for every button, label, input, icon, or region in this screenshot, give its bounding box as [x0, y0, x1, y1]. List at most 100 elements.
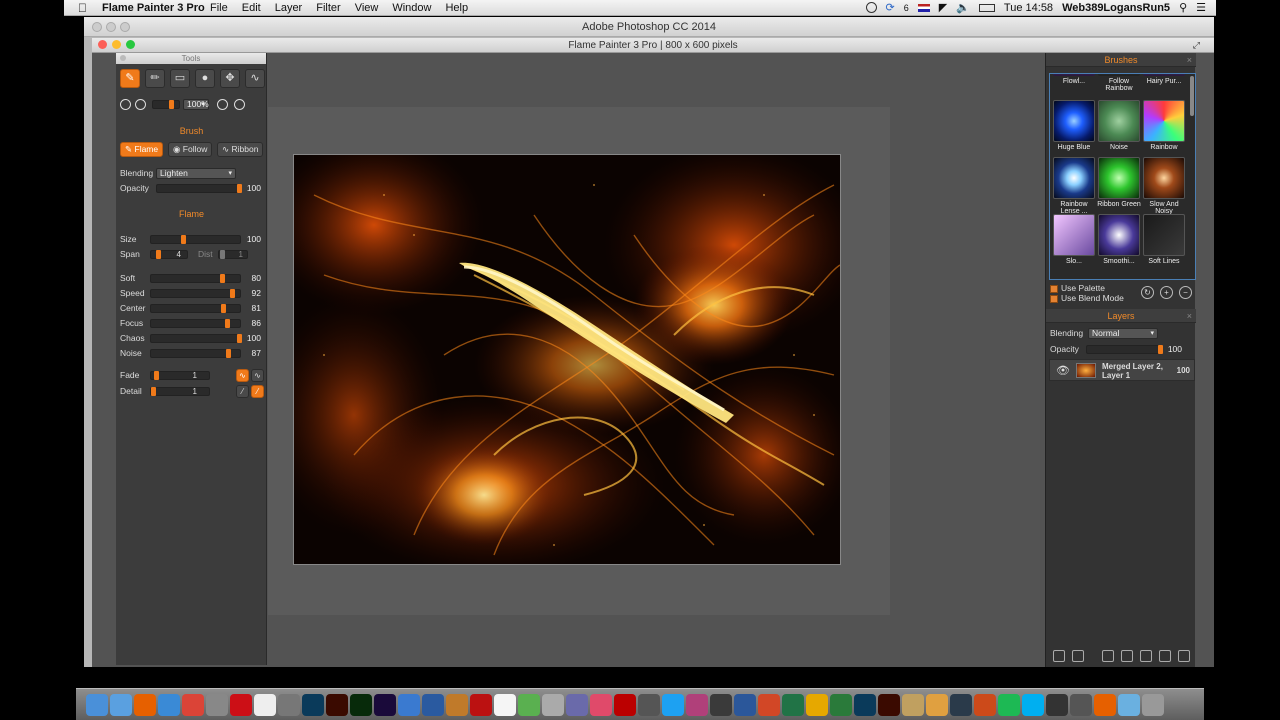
param-slider-knob[interactable]: [221, 303, 226, 313]
reload-brush-icon[interactable]: ↻: [1141, 286, 1154, 299]
collapse-layer-icon[interactable]: [1178, 650, 1190, 662]
dock-acrobat-icon[interactable]: [614, 693, 636, 716]
dist-slider-knob[interactable]: [220, 249, 225, 259]
dock-p-icon[interactable]: [758, 693, 780, 716]
zoom-slider-knob[interactable]: [169, 99, 174, 109]
zoom-slider[interactable]: [152, 99, 180, 109]
dock-itunes-icon[interactable]: [590, 693, 612, 716]
dist-slider[interactable]: 1: [218, 249, 248, 259]
dock-firefox2-icon[interactable]: [1094, 693, 1116, 716]
pencil-tool-button[interactable]: ✏: [145, 69, 165, 88]
fullscreen-icon[interactable]: ⤢: [1193, 38, 1200, 53]
delete-layer-icon[interactable]: [1053, 650, 1065, 662]
dock-gear-icon[interactable]: [974, 693, 996, 716]
dock-grid-icon[interactable]: [542, 693, 564, 716]
dock-calendar-icon[interactable]: [254, 693, 276, 716]
dock-twitter-icon[interactable]: [662, 693, 684, 716]
use-palette-option[interactable]: Use Palette: [1050, 283, 1105, 293]
detail-slider[interactable]: 1: [150, 386, 210, 396]
brush-preset[interactable]: Follow Rainbow: [1097, 74, 1141, 92]
sync-icon[interactable]: ⟳: [886, 1, 895, 14]
fade-mode-1-button[interactable]: ∿: [236, 368, 249, 382]
flag-icon[interactable]: [917, 3, 930, 12]
brush-preset[interactable]: Slow And Noisy: [1142, 157, 1186, 215]
zoom-in-icon[interactable]: [135, 98, 146, 110]
color-picker-button[interactable]: ●: [195, 69, 215, 88]
param-slider-center[interactable]: [150, 303, 241, 313]
param-slider-soft[interactable]: [150, 273, 241, 283]
param-slider-focus[interactable]: [150, 318, 241, 328]
dock-opera-icon[interactable]: [230, 693, 252, 716]
dock-skype-icon[interactable]: [1022, 693, 1044, 716]
dock-ai-icon[interactable]: [326, 693, 348, 716]
layer-opacity-knob[interactable]: [1158, 344, 1163, 354]
layer-row[interactable]: 👁 Merged Layer 2, Layer 1 100: [1049, 359, 1195, 381]
brush-scrollbar[interactable]: [1190, 76, 1194, 116]
zoom-button[interactable]: [126, 40, 135, 49]
flatten-layer-icon[interactable]: [1159, 650, 1171, 662]
dock-editor-icon[interactable]: [638, 693, 660, 716]
dock-chrome-icon[interactable]: [182, 693, 204, 716]
param-slider-chaos[interactable]: [150, 333, 242, 343]
brush-preset[interactable]: Huge Blue: [1052, 100, 1096, 151]
adjust-layer-icon[interactable]: [1121, 650, 1133, 662]
dock-mail-icon[interactable]: [710, 693, 732, 716]
opacity-slider-knob[interactable]: [237, 183, 242, 193]
brush-preset[interactable]: Soft Lines: [1142, 214, 1186, 265]
dock-notes-icon[interactable]: [494, 693, 516, 716]
dock-xcode-icon[interactable]: [422, 693, 444, 716]
dock-lamp-icon[interactable]: [446, 693, 468, 716]
layers-close-icon[interactable]: ×: [1187, 309, 1192, 323]
dock-o-icon[interactable]: [806, 693, 828, 716]
rotate-right-icon[interactable]: [234, 98, 245, 110]
apple-icon[interactable]: : [78, 1, 87, 15]
use-blend-mode-checkbox[interactable]: [1050, 294, 1058, 303]
detail-mode-1-button[interactable]: ⁄: [236, 384, 249, 398]
mode-flame-button[interactable]: ✎ Flame: [120, 142, 164, 157]
dock-ae-icon[interactable]: [374, 693, 396, 716]
dock-lr-icon[interactable]: [950, 693, 972, 716]
fade-slider[interactable]: 1: [150, 370, 210, 380]
dock-clip-icon[interactable]: [830, 693, 852, 716]
dock-firefox-icon[interactable]: [134, 693, 156, 716]
use-palette-checkbox[interactable]: [1050, 284, 1058, 293]
dock-ai2-icon[interactable]: [878, 693, 900, 716]
menu-file[interactable]: File: [210, 2, 228, 14]
wifi-icon[interactable]: ◤: [939, 1, 947, 14]
detail-slider-knob[interactable]: [151, 386, 156, 396]
blending-select[interactable]: Lighten: [156, 167, 236, 179]
dock-orbit-icon[interactable]: [1070, 693, 1092, 716]
dock-settings-icon[interactable]: [566, 693, 588, 716]
brush-preset[interactable]: Ribbon Green: [1097, 157, 1141, 208]
dock-x-icon[interactable]: [782, 693, 804, 716]
menu-filter[interactable]: Filter: [316, 2, 340, 14]
brush-preset[interactable]: Flowl...: [1052, 74, 1096, 85]
param-slider-knob[interactable]: [230, 288, 235, 298]
eraser-tool-button[interactable]: ▭: [170, 69, 190, 88]
span-slider-knob[interactable]: [156, 249, 161, 259]
dock-finder-icon[interactable]: [86, 693, 108, 716]
app-name[interactable]: Flame Painter 3 Pro: [102, 2, 205, 14]
merge-layer-icon[interactable]: [1072, 650, 1084, 662]
zoom-out-icon[interactable]: [120, 98, 131, 110]
smooth-tool-button[interactable]: ∿: [245, 69, 265, 88]
tools-close-button[interactable]: [120, 55, 126, 61]
brush-preset[interactable]: Rainbow Lense ...: [1052, 157, 1096, 215]
mode-follow-button[interactable]: ◉ Follow: [168, 142, 213, 157]
menu-layer[interactable]: Layer: [275, 2, 303, 14]
dock-safari-icon[interactable]: [158, 693, 180, 716]
dock-spotify-icon[interactable]: [998, 693, 1020, 716]
dock-palette-icon[interactable]: [926, 693, 948, 716]
menu-help[interactable]: Help: [445, 2, 468, 14]
dock-ps-icon[interactable]: [302, 693, 324, 716]
dock-ps2-icon[interactable]: [854, 693, 876, 716]
param-slider-knob[interactable]: [237, 333, 242, 343]
param-slider-knob[interactable]: [226, 348, 231, 358]
detail-mode-2-button[interactable]: ⁄: [251, 384, 264, 398]
ps-minimize-button[interactable]: [106, 22, 116, 32]
menu-edit[interactable]: Edit: [242, 2, 261, 14]
brush-preset[interactable]: Smoothi...: [1097, 214, 1141, 265]
brush-grid[interactable]: Flowl... Follow Rainbow Hairy Pur... Huge B…: [1049, 73, 1196, 280]
add-brush-icon[interactable]: +: [1160, 286, 1173, 299]
brush-preset[interactable]: Noise: [1097, 100, 1141, 151]
